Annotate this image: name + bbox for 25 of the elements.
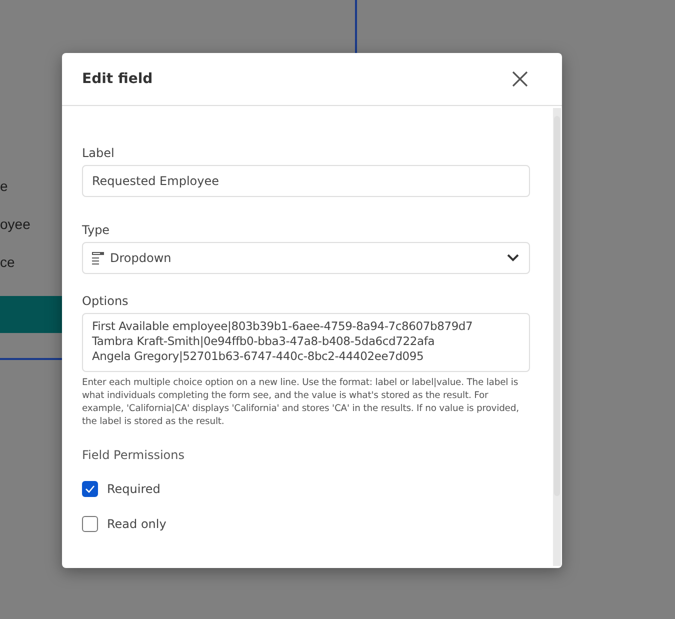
checkbox[interactable]	[82, 516, 98, 532]
divider-line	[0, 358, 62, 360]
list-icon	[92, 252, 104, 264]
label-input-field[interactable]: Requested Employee	[82, 165, 530, 197]
background-text: e	[0, 177, 9, 196]
checkbox[interactable]	[82, 481, 98, 497]
checkbox-label: Required	[107, 482, 160, 496]
divider-line	[355, 0, 357, 53]
dialog-title: Edit field	[82, 71, 153, 87]
help-text: Enter each multiple choice option on a new line. Use the format: label or label|value. The label is what individuals completing the form see, and the value is what's stored as the result. For example, 'California|CA' displays 'California' and stores 'CA' in the results. If no value is provided, the label is stored as the result.	[82, 376, 520, 428]
background-bar	[0, 296, 62, 333]
field-label: Options	[82, 294, 130, 308]
section-title: Field Permissions	[82, 448, 186, 462]
background-text: ce	[0, 253, 16, 272]
scrollbar[interactable]	[553, 108, 561, 566]
close-icon	[512, 71, 528, 87]
type-select[interactable]: Dropdown	[82, 242, 530, 274]
field-label: Type	[82, 223, 111, 237]
checkbox-label: Read only	[107, 517, 166, 531]
field-label: Label	[82, 146, 116, 160]
options-text-area[interactable]: First Available employee|803b39b1-6aee-4759-8a94-7c8607b879d7 Tambra Kraft-Smith|0e94ffb0-bba3-47a8-b408-5da6cd722afa Angela Gregory|52701b63-6747-440c-8bc2-44402ee7d095	[82, 313, 530, 372]
chevron-down-icon	[507, 254, 519, 262]
checkmark-icon	[85, 485, 95, 493]
background-text: oyee	[0, 215, 32, 234]
close-button[interactable]	[510, 69, 530, 89]
